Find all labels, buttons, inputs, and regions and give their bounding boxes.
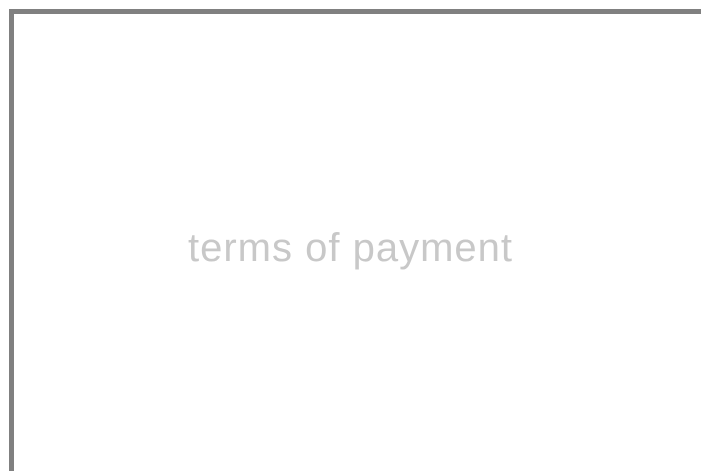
panel-caption: terms of payment — [187, 226, 513, 270]
page: terms of payment — [0, 0, 701, 471]
